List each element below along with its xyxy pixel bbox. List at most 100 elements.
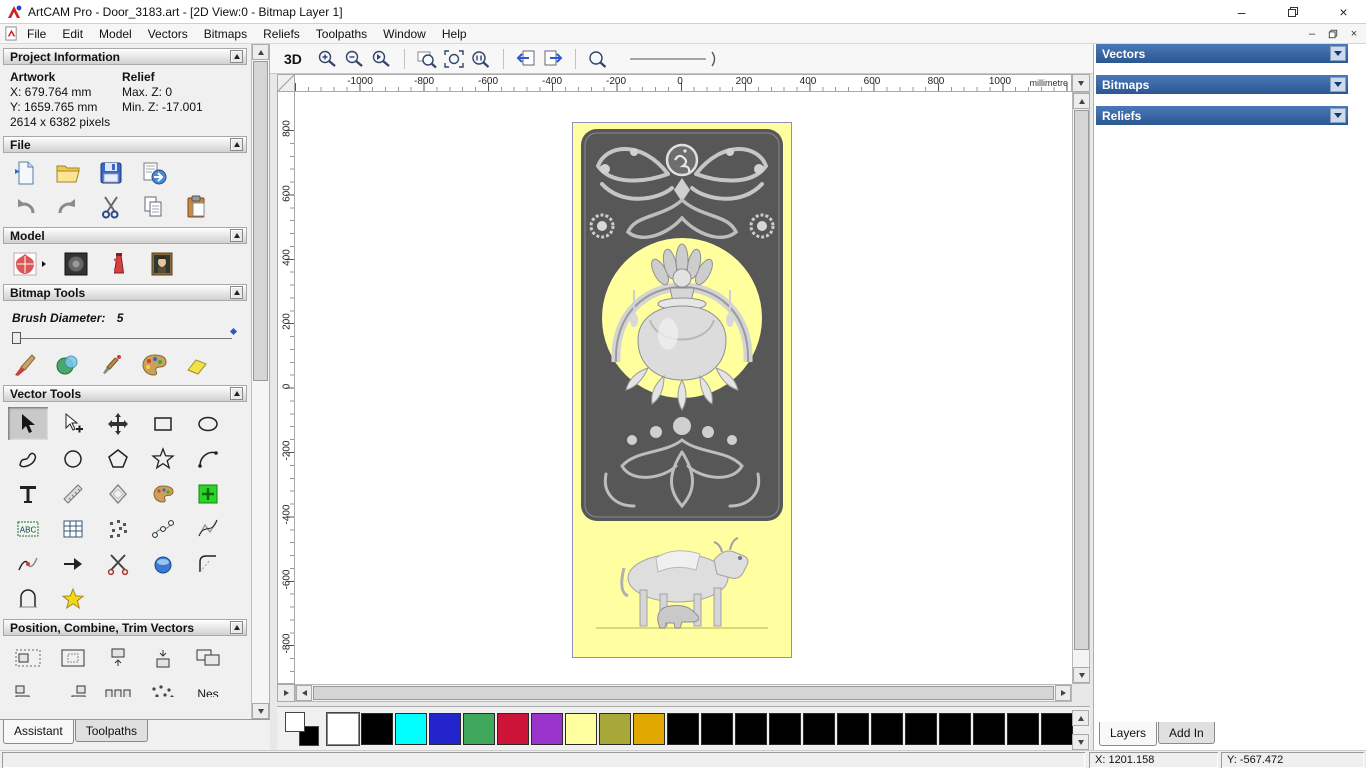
create-arc-tool[interactable] — [188, 442, 228, 475]
palette-swatch[interactable] — [463, 712, 495, 745]
collapse-bitmap-tools-button[interactable] — [230, 286, 243, 299]
switch-to-3d-button[interactable]: 3D — [284, 51, 302, 67]
create-rectangle-tool[interactable] — [143, 407, 183, 440]
new-model-icon[interactable] — [12, 160, 38, 186]
create-polyline-tool[interactable] — [8, 442, 48, 475]
previous-view-icon[interactable] — [515, 49, 537, 69]
paste-text-block-tool[interactable]: ABC — [8, 512, 48, 545]
palette-scroll-up-button[interactable] — [1072, 710, 1089, 726]
palette-swatch[interactable] — [633, 712, 665, 745]
save-file-icon[interactable] — [98, 160, 124, 186]
menu-file[interactable]: File — [19, 25, 54, 43]
brush-diameter-slider[interactable] — [12, 327, 238, 345]
collapse-model-button[interactable] — [230, 229, 243, 242]
tab-toolpaths[interactable]: Toolpaths — [74, 720, 149, 742]
close-button[interactable]: × — [1321, 0, 1366, 23]
restore-button[interactable] — [1270, 0, 1315, 23]
zoom-in-icon[interactable] — [317, 49, 339, 69]
palette-swatch[interactable] — [395, 712, 427, 745]
collapse-project-info-button[interactable] — [230, 50, 243, 63]
block-copy-tool[interactable] — [53, 512, 93, 545]
slider-handle[interactable] — [12, 332, 21, 344]
relief-texture-icon[interactable] — [63, 251, 89, 277]
units-dropdown-button[interactable] — [1072, 74, 1090, 92]
scroll-up-button[interactable] — [1073, 93, 1090, 109]
zoom-window-icon[interactable] — [587, 49, 609, 69]
child-minimize-button[interactable]: – — [1303, 26, 1321, 41]
tab-layers[interactable]: Layers — [1099, 722, 1158, 746]
vectors-dropdown-button[interactable] — [1330, 46, 1346, 61]
scroll-thumb[interactable] — [1074, 110, 1089, 650]
colour-palette-icon[interactable] — [141, 352, 167, 378]
eraser-icon[interactable] — [184, 352, 210, 378]
scroll-thumb[interactable] — [253, 61, 268, 381]
pane-splitter-button[interactable] — [277, 684, 295, 702]
transform-vectors-tool[interactable] — [98, 407, 138, 440]
palette-swatch[interactable] — [871, 712, 903, 745]
palette-swatch[interactable] — [1041, 712, 1073, 745]
collapse-file-button[interactable] — [230, 138, 243, 151]
collapse-vector-tools-button[interactable] — [230, 387, 243, 400]
paste-along-curve-tool[interactable] — [98, 512, 138, 545]
palette-swatch[interactable] — [361, 712, 393, 745]
palette-swatch[interactable] — [599, 712, 631, 745]
snap-grid-toggle[interactable] — [188, 477, 228, 510]
menu-reliefs[interactable]: Reliefs — [255, 25, 308, 43]
child-restore-button[interactable] — [1324, 26, 1342, 41]
vector-paint-tool[interactable] — [143, 477, 183, 510]
assistant-scrollbar[interactable] — [251, 44, 269, 719]
paint-brush-icon[interactable] — [12, 352, 38, 378]
fillet-tool[interactable] — [188, 547, 228, 580]
copy-icon[interactable] — [141, 194, 167, 220]
scroll-thumb[interactable] — [313, 686, 1054, 700]
select-vectors-tool[interactable] — [8, 407, 48, 440]
palette-swatch[interactable] — [973, 712, 1005, 745]
scroll-left-button[interactable] — [296, 685, 312, 701]
create-arch-tool[interactable] — [8, 582, 48, 615]
cut-icon[interactable] — [98, 194, 124, 220]
tab-assistant[interactable]: Assistant — [3, 720, 74, 744]
palette-swatch[interactable] — [497, 712, 529, 745]
adjust-model-icon[interactable] — [12, 251, 38, 277]
reliefs-dropdown-button[interactable] — [1330, 108, 1346, 123]
interpolate-relief-tool[interactable] — [143, 547, 183, 580]
minimize-button[interactable]: – — [1219, 0, 1264, 23]
palette-swatch[interactable] — [905, 712, 937, 745]
menu-vectors[interactable]: Vectors — [140, 25, 196, 43]
palette-swatch[interactable] — [429, 712, 461, 745]
menu-help[interactable]: Help — [434, 25, 475, 43]
space-evenly-tool[interactable] — [98, 677, 138, 697]
palette-scroll-down-button[interactable] — [1072, 734, 1089, 750]
zoom-to-fit-icon[interactable] — [443, 49, 465, 69]
zoom-to-object-icon[interactable] — [416, 49, 438, 69]
next-view-icon[interactable] — [542, 49, 564, 69]
menu-toolpaths[interactable]: Toolpaths — [308, 25, 375, 43]
artwork-bitmap[interactable] — [572, 122, 792, 658]
vectors-section-header[interactable]: Vectors — [1096, 44, 1348, 63]
create-circle-tool[interactable] — [53, 442, 93, 475]
scroll-down-button[interactable] — [252, 703, 269, 719]
create-ellipse-tool[interactable] — [188, 407, 228, 440]
tab-add-in[interactable]: Add In — [1158, 722, 1215, 744]
palette-swatch[interactable] — [803, 712, 835, 745]
align-corner-tool[interactable] — [188, 641, 228, 674]
create-text-tool[interactable] — [8, 477, 48, 510]
palette-swatch[interactable] — [769, 712, 801, 745]
zoom-out-icon[interactable] — [344, 49, 366, 69]
model-dropdown-icon[interactable] — [42, 261, 46, 267]
canvas-vertical-scrollbar[interactable] — [1072, 92, 1090, 684]
primary-secondary-colour-swatch[interactable] — [285, 711, 319, 746]
zoom-previous-icon[interactable] — [371, 49, 393, 69]
nesting-tool[interactable]: Nes — [188, 677, 228, 698]
palette-swatch[interactable] — [667, 712, 699, 745]
palette-swatch[interactable] — [531, 712, 563, 745]
menu-bitmaps[interactable]: Bitmaps — [196, 25, 255, 43]
create-polygon-tool[interactable] — [98, 442, 138, 475]
align-right-tool[interactable] — [53, 677, 93, 697]
paint-selective-icon[interactable] — [55, 352, 81, 378]
import-export-model-icon[interactable] — [141, 160, 167, 186]
child-close-button[interactable]: × — [1345, 26, 1363, 41]
scroll-right-button[interactable] — [1055, 685, 1071, 701]
canvas-horizontal-scrollbar[interactable] — [295, 684, 1072, 702]
align-left-tool[interactable] — [8, 677, 48, 697]
